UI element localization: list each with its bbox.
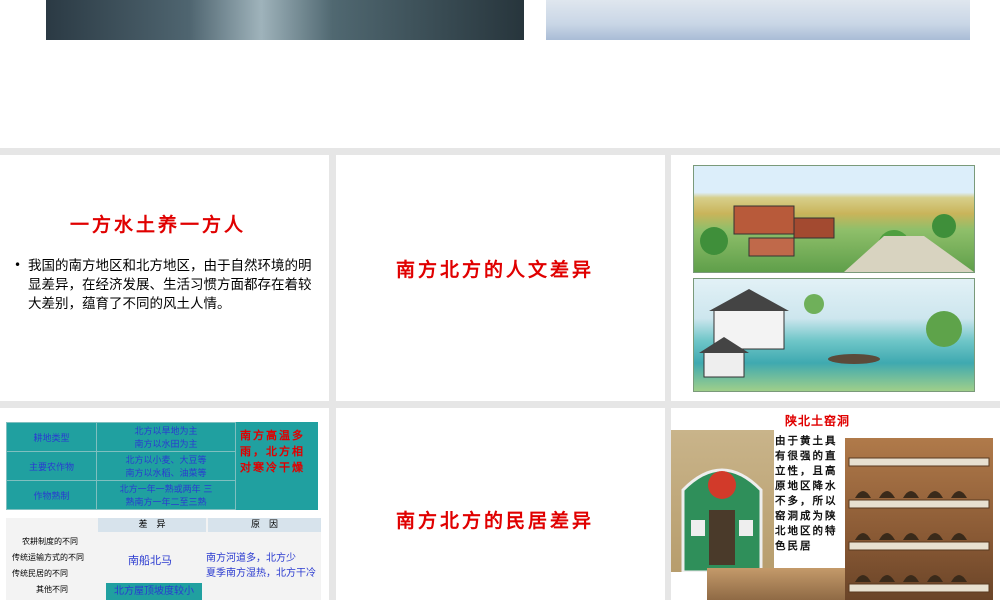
table-cell-label: 耕地类型 [6, 422, 97, 452]
transport-difference: 南船北马 [128, 554, 172, 567]
agriculture-table: 耕地类型 北方以旱地为主 南方以水田为主 主要农作物 北方以小麦、大豆等 南方以… [6, 422, 236, 510]
table-header-reason: 原 因 [208, 518, 321, 532]
slide-thumbnail-6[interactable]: 陕北土窑洞 由于黄土具有很强的直立性，且高原地区降水不多，所以窑洞成为陕北地区的… [671, 408, 1000, 600]
top-slide-strip [0, 0, 1000, 148]
slide-title: 南方北方的民居差异 [396, 510, 595, 532]
table-row-label: 传统运输方式的不同 [12, 553, 84, 562]
cave-dwelling-description: 由于黄土具有很强的直立性，且高原地区降水不多，所以窑洞成为陕北地区的特色民居 [775, 435, 838, 552]
climate-note: 南方高温多雨，北方相对寒冷干燥 [236, 422, 318, 510]
slide-thumbnail-3[interactable] [671, 155, 1000, 401]
snow-mountain-photo [546, 0, 970, 40]
north-village-illustration [693, 165, 975, 273]
slide-bullet-text: 我国的南方地区和北方地区，由于自然环境的明显差异，在经济发展、生活习惯方面都存在… [28, 258, 312, 312]
slide-thumbnail-2[interactable]: 南方北方的人文差异 [336, 155, 665, 401]
table-cell-value: 北方一年一熟或两年 三 熟南方一年二至三熟 [96, 480, 236, 510]
table-cell-value: 北方以旱地为主 南方以水田为主 [96, 422, 236, 452]
south-watertown-illustration [693, 278, 975, 392]
cave-dwelling-cliff-photo [845, 438, 993, 600]
table-row-label: 其他不同 [36, 585, 68, 594]
slide-thumbnail-1[interactable]: 一方水土养一方人 • 我国的南方地区和北方地区，由于自然环境的明显差异，在经济发… [0, 155, 329, 401]
table-cell-value: 北方以小麦、大豆等 南方以水稻、油菜等 [96, 451, 236, 481]
difference-reason: 南方河道多，北方少 夏季南方湿热，北方干冷 [206, 553, 316, 579]
water-town-photo [46, 0, 524, 40]
slide-thumbnail-4[interactable]: 耕地类型 北方以旱地为主 南方以水田为主 主要农作物 北方以小麦、大豆等 南方以… [0, 408, 329, 600]
slide-title: 陕北土窑洞 [785, 414, 851, 428]
slide-title: 一方水土养一方人 [70, 214, 247, 236]
loess-landscape-photo [707, 568, 845, 600]
slide-title: 南方北方的人文差异 [396, 259, 595, 281]
table-header-difference: 差 异 [98, 518, 206, 532]
bullet-icon: • [14, 258, 22, 272]
roof-difference: 北方屋顶坡度较小 [106, 583, 202, 600]
table-row-label: 传统民居的不同 [12, 569, 68, 578]
cave-dwelling-door-photo [671, 430, 774, 574]
differences-table: 差 异 原 因 农耕制度的不同 传统运输方式的不同 传统民居的不同 其他不同 南… [6, 518, 321, 600]
table-cell-label: 作物熟制 [6, 480, 97, 510]
table-row-label: 农耕制度的不同 [22, 537, 78, 546]
table-cell-label: 主要农作物 [6, 451, 97, 481]
slide-thumbnail-5[interactable]: 南方北方的民居差异 [336, 408, 665, 600]
